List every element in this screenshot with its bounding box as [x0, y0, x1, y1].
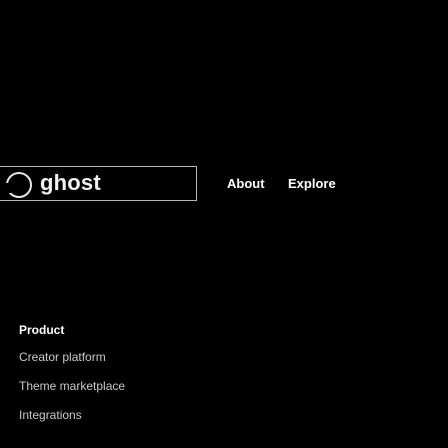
- nav-link-explore[interactable]: Explore: [288, 176, 336, 191]
- footer-link-integrations[interactable]: Integrations: [19, 408, 82, 422]
- footer-link-theme-marketplace[interactable]: Theme marketplace: [19, 379, 125, 393]
- footer-link-creator-platform[interactable]: Creator platform: [19, 350, 106, 364]
- ghost-logo-circle-icon: [5, 172, 32, 198]
- footer-section-title-product: Product: [19, 323, 65, 337]
- ghost-logo-link[interactable]: ghost: [0, 166, 197, 201]
- nav-link-about[interactable]: About: [227, 176, 265, 191]
- page: ghost About Explore Product Creator plat…: [0, 0, 448, 448]
- logo-text: ghost: [40, 170, 101, 195]
